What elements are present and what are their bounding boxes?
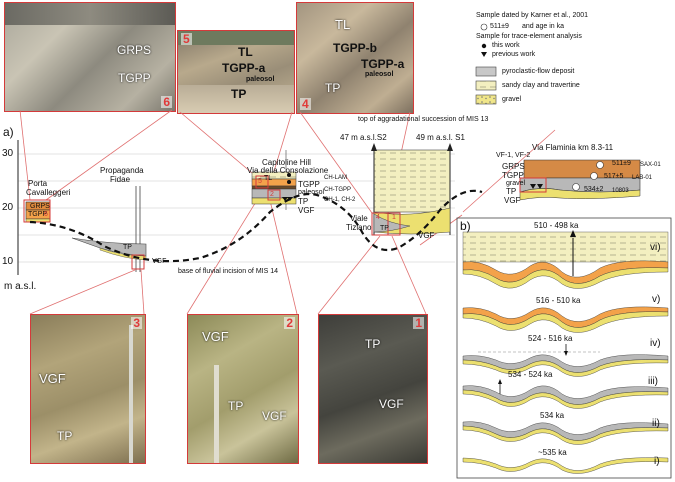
stage-iii-roman: iii) xyxy=(648,376,658,387)
stage-i-roman: i) xyxy=(654,456,660,467)
stage-v-age: 516 - 510 ka xyxy=(536,296,581,305)
label-propaganda-2: Fidae xyxy=(110,175,131,184)
cap-unit-tp: TP xyxy=(298,197,309,206)
fla-sample-10803: 10803 xyxy=(612,188,629,194)
porta-photo-num: 6 xyxy=(44,211,48,218)
y-tick-20: 20 xyxy=(2,202,14,213)
stage-ii-age: 534 ka xyxy=(540,411,565,420)
fla-sample-sax: SAX-01 xyxy=(640,162,661,168)
fla-unit-grps: GRPS xyxy=(502,162,525,171)
label-base-incision: base of fluvial incision of MIS 14 xyxy=(178,268,278,275)
label-viale-2: Tiziano xyxy=(346,223,372,232)
cap-sample-ch12: CH-1, CH-2 xyxy=(324,197,356,203)
label-porta-1: Porta xyxy=(28,179,48,188)
prop-unit-tp: TP xyxy=(123,244,132,251)
y-unit: m a.s.l. xyxy=(4,281,37,292)
cap-sample-tgpp: CH-TGPP xyxy=(324,187,351,193)
stage-ii-roman: ii) xyxy=(652,418,660,429)
legend-pyroclastic: pyroclastic-flow deposit xyxy=(502,68,575,75)
fla-unit-tp: TP xyxy=(506,187,517,196)
fla-age-534: 534±2 xyxy=(584,186,604,193)
fla-age-517: 517±5 xyxy=(604,173,624,180)
legend-trace-title: Sample for trace-element analysis xyxy=(476,33,582,40)
legend-sample-dated: Sample dated by Karner et al., 2001 xyxy=(476,12,589,19)
cap-unit-vgf: VGF xyxy=(298,206,315,215)
stage-iv-roman: iv) xyxy=(650,338,661,349)
label-porta-2: Cavalleggeri xyxy=(26,188,71,197)
prop-unit-vgf: VGF xyxy=(152,258,167,265)
stage-iii-age: 534 - 524 ka xyxy=(508,370,553,379)
fla-vf-samples: VF-1, VF-2 xyxy=(496,152,531,159)
viale-photo-num-4: 4 xyxy=(376,214,380,221)
label-s2: 47 m a.s.l.S2 xyxy=(340,133,387,142)
cap-unit-tgpp: TGPP xyxy=(298,180,320,189)
y-tick-10: 10 xyxy=(2,256,14,267)
fla-age-511: 511±9 xyxy=(612,160,631,167)
cap-unit-tl: TL xyxy=(264,175,273,182)
viale-unit-vgf: VGF xyxy=(418,231,435,240)
y-tick-30: 30 xyxy=(2,148,14,159)
legend-previous-work: previous work xyxy=(492,51,536,58)
fla-sample-lab: LAB-01 xyxy=(632,175,653,181)
label-s1: 49 m a.s.l. S1 xyxy=(416,133,465,142)
cap-unit-paleosol: paleosol xyxy=(298,189,325,196)
fla-unit-tgpp: TGPP xyxy=(502,171,524,180)
cap-sample-lam: CH-LAM xyxy=(324,175,348,181)
porta-unit-grps: GRPS xyxy=(30,203,50,210)
panel-a-label: a) xyxy=(3,125,14,139)
label-propaganda-1: Propaganda xyxy=(100,166,144,175)
stage-i-age: ~535 ka xyxy=(538,448,567,457)
label-viale-1: Viale xyxy=(350,214,368,223)
legend-this-work: this work xyxy=(492,42,520,49)
stage-vi-roman: vi) xyxy=(650,242,661,253)
label-capitoline-2: Via della Consolazione xyxy=(247,166,329,175)
label-via-flaminia: Via Flaminia km 8.3-11 xyxy=(532,143,614,152)
cap-photo-num-5: 5 xyxy=(258,178,262,185)
stage-v-roman: v) xyxy=(652,294,661,305)
fla-unit-vgf: VGF xyxy=(504,196,521,205)
panel-b-label: b) xyxy=(460,219,471,233)
viale-photo-num-1: 1 xyxy=(392,214,396,221)
legend-gravel: gravel xyxy=(502,96,522,103)
legend-age-example: 511±9 xyxy=(490,23,509,30)
viale-unit-tp: TP xyxy=(380,225,389,232)
label-top-aggradation: top of aggradational succession of MIS 1… xyxy=(358,116,489,123)
stage-vi-age: 510 - 498 ka xyxy=(534,221,579,230)
legend-age-text: and age in ka xyxy=(522,23,565,30)
stage-iv-age: 524 - 516 ka xyxy=(528,334,573,343)
legend-sandy-clay: sandy clay and travertine xyxy=(502,82,580,89)
cap-photo-num-2: 2 xyxy=(270,191,274,198)
